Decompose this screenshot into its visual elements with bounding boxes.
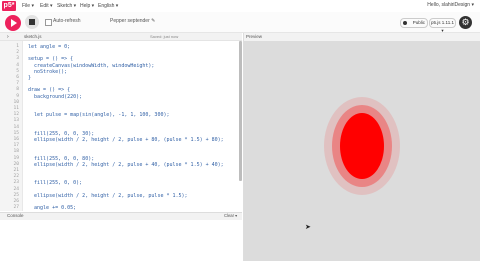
saved-status: Saved: just now <box>150 34 179 39</box>
preview-label: Preview <box>246 34 263 39</box>
menu-language[interactable]: English ▾ <box>98 2 118 10</box>
sketch-name[interactable]: Pepper septender ✎ <box>110 18 155 24</box>
auto-refresh-label: Auto-refresh <box>53 18 81 24</box>
stop-icon[interactable] <box>25 15 39 29</box>
line-number: 20 <box>13 161 19 167</box>
line-number: 25 <box>13 192 19 198</box>
line-number: 26 <box>13 199 19 204</box>
line-number: 24 <box>13 186 19 192</box>
menu-edit[interactable]: Edit ▾ <box>40 2 53 10</box>
line-number: 5 <box>16 68 19 74</box>
line-number: 21 <box>13 168 19 173</box>
code-line[interactable]: ellipse(width / 2, height / 2, pulse + 8… <box>28 137 224 143</box>
inner-ellipse <box>340 113 384 179</box>
line-number: 22 <box>13 174 19 180</box>
menu-file[interactable]: File ▾ <box>22 2 34 10</box>
public-label: Public <box>412 20 425 25</box>
mouse-cursor-icon: ➤ <box>305 224 311 231</box>
sidebar-toggle[interactable]: › <box>7 34 9 40</box>
code-line[interactable]: noStroke(); <box>28 69 67 75</box>
code-lines[interactable]: 1 let angle = 0; 2 3 setup = () => { 4 create… <box>0 41 242 211</box>
code-line[interactable]: createCanvas(windowWidth, windowHeight); <box>28 63 154 69</box>
line-number: 10 <box>13 99 19 105</box>
console-clear-button[interactable]: Clear ▾ <box>224 213 237 218</box>
menu-help[interactable]: Help ▾ <box>80 2 94 10</box>
sketch-canvas[interactable] <box>244 41 480 261</box>
line-number: 6 <box>16 75 19 80</box>
line-number: 4 <box>16 62 19 68</box>
p5-logo[interactable]: p5* <box>2 1 16 11</box>
code-line[interactable]: fill(255, 0, 0, 30); <box>28 131 94 137</box>
line-number: 7 <box>16 81 19 87</box>
code-line[interactable]: let pulse = map(sin(angle), -1, 1, 100, … <box>28 112 169 118</box>
line-number: 2 <box>16 50 19 56</box>
code-line[interactable]: setup = () => { <box>28 56 73 62</box>
file-tab[interactable]: sketch.js <box>24 34 42 39</box>
code-line[interactable]: fill(255, 0, 0); <box>28 180 82 186</box>
code-line[interactable]: ellipse(width / 2, height / 2, pulse + 4… <box>28 162 224 168</box>
line-number: 1 <box>16 44 19 49</box>
console-body <box>0 220 242 261</box>
line-number: 15 <box>13 130 19 136</box>
toggle-knob-icon <box>403 21 407 25</box>
code-line[interactable]: let angle = 0; <box>28 44 70 50</box>
line-number: 13 <box>13 118 19 124</box>
line-number: 17 <box>13 143 19 149</box>
public-toggle[interactable]: Public <box>400 18 428 28</box>
line-number: 19 <box>13 155 19 161</box>
code-line[interactable]: } <box>28 75 31 81</box>
gear-icon[interactable]: ⚙ <box>459 16 472 29</box>
version-dropdown[interactable]: p5.js 1.11.1 ▾ <box>429 18 456 33</box>
console-label: Console <box>7 213 24 218</box>
code-line[interactable]: ellipse(width / 2, height / 2, pulse, pu… <box>28 193 188 199</box>
line-number: 14 <box>13 124 19 130</box>
auto-refresh-checkbox[interactable] <box>45 19 52 26</box>
line-number: 27 <box>13 205 19 211</box>
code-line[interactable]: angle += 0.05; <box>28 205 76 211</box>
play-icon[interactable] <box>5 15 21 31</box>
line-number: 23 <box>13 180 19 186</box>
menu-sketch[interactable]: Sketch ▾ <box>57 2 76 10</box>
code-line[interactable]: fill(255, 0, 0, 80); <box>28 156 94 162</box>
line-number: 11 <box>13 106 19 111</box>
line-number: 18 <box>13 149 19 155</box>
code-line[interactable]: draw = () => { <box>28 87 70 93</box>
line-number: 9 <box>16 93 19 99</box>
editor-scrollbar[interactable] <box>239 41 242 181</box>
code-line[interactable]: background(220); <box>28 94 82 100</box>
line-number: 12 <box>13 112 19 118</box>
line-number: 3 <box>16 56 19 62</box>
line-number: 16 <box>13 137 19 142</box>
user-menu[interactable]: Hello, slahiriDesign ▾ <box>427 2 474 8</box>
line-number: 8 <box>16 87 19 93</box>
